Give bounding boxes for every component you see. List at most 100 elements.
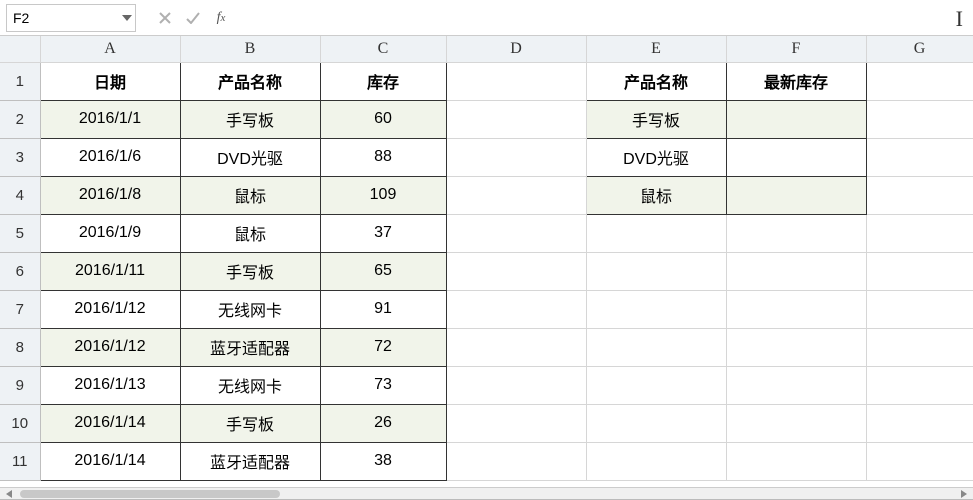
cell-F4[interactable] bbox=[726, 176, 866, 214]
cell-A7[interactable]: 2016/1/12 bbox=[40, 290, 180, 328]
cell-A5[interactable]: 2016/1/9 bbox=[40, 214, 180, 252]
cell-B2[interactable]: 手写板 bbox=[180, 100, 320, 138]
col-header-B[interactable]: B bbox=[180, 36, 320, 62]
horizontal-scrollbar[interactable] bbox=[0, 487, 973, 499]
cell-A4[interactable]: 2016/1/8 bbox=[40, 176, 180, 214]
cell-D4[interactable] bbox=[446, 176, 586, 214]
row-header-2[interactable]: 2 bbox=[0, 100, 40, 138]
spreadsheet-grid[interactable]: A B C D E F G 1 日期 产品名称 库存 产品名称 bbox=[0, 36, 973, 481]
row-header-6[interactable]: 6 bbox=[0, 252, 40, 290]
cancel-icon[interactable] bbox=[156, 9, 174, 27]
cell-D9[interactable] bbox=[446, 366, 586, 404]
cell-G10[interactable] bbox=[866, 404, 973, 442]
cell-C11[interactable]: 38 bbox=[320, 442, 446, 480]
cell-A3[interactable]: 2016/1/6 bbox=[40, 138, 180, 176]
scroll-right-icon[interactable] bbox=[957, 488, 971, 500]
col-header-F[interactable]: F bbox=[726, 36, 866, 62]
cell-C5[interactable]: 37 bbox=[320, 214, 446, 252]
col-header-E[interactable]: E bbox=[586, 36, 726, 62]
cell-A8[interactable]: 2016/1/12 bbox=[40, 328, 180, 366]
select-all-corner[interactable] bbox=[0, 36, 40, 62]
cell-C7[interactable]: 91 bbox=[320, 290, 446, 328]
row-header-11[interactable]: 11 bbox=[0, 442, 40, 480]
cell-B10[interactable]: 手写板 bbox=[180, 404, 320, 442]
cell-C2[interactable]: 60 bbox=[320, 100, 446, 138]
cell-D8[interactable] bbox=[446, 328, 586, 366]
cell-E10[interactable] bbox=[586, 404, 726, 442]
cell-G2[interactable] bbox=[866, 100, 973, 138]
cell-D2[interactable] bbox=[446, 100, 586, 138]
insert-function-icon[interactable]: fx bbox=[212, 9, 230, 27]
cell-E1[interactable]: 产品名称 bbox=[586, 62, 726, 100]
cell-G6[interactable] bbox=[866, 252, 973, 290]
cell-A2[interactable]: 2016/1/1 bbox=[40, 100, 180, 138]
cell-E11[interactable] bbox=[586, 442, 726, 480]
cell-F7[interactable] bbox=[726, 290, 866, 328]
cell-D5[interactable] bbox=[446, 214, 586, 252]
cell-D1[interactable] bbox=[446, 62, 586, 100]
row-header-8[interactable]: 8 bbox=[0, 328, 40, 366]
name-box-input[interactable] bbox=[7, 10, 135, 26]
col-header-D[interactable]: D bbox=[446, 36, 586, 62]
cell-D3[interactable] bbox=[446, 138, 586, 176]
cell-G8[interactable] bbox=[866, 328, 973, 366]
cell-F5[interactable] bbox=[726, 214, 866, 252]
row-header-4[interactable]: 4 bbox=[0, 176, 40, 214]
cell-G5[interactable] bbox=[866, 214, 973, 252]
cell-B4[interactable]: 鼠标 bbox=[180, 176, 320, 214]
cell-B1[interactable]: 产品名称 bbox=[180, 62, 320, 100]
scroll-left-icon[interactable] bbox=[2, 488, 16, 500]
cell-G3[interactable] bbox=[866, 138, 973, 176]
cell-C9[interactable]: 73 bbox=[320, 366, 446, 404]
cell-A1[interactable]: 日期 bbox=[40, 62, 180, 100]
formula-input[interactable] bbox=[238, 4, 973, 32]
cell-G4[interactable] bbox=[866, 176, 973, 214]
cell-G1[interactable] bbox=[866, 62, 973, 100]
cell-G9[interactable] bbox=[866, 366, 973, 404]
cell-F3[interactable] bbox=[726, 138, 866, 176]
cell-E4[interactable]: 鼠标 bbox=[586, 176, 726, 214]
cell-E3[interactable]: DVD光驱 bbox=[586, 138, 726, 176]
cell-E6[interactable] bbox=[586, 252, 726, 290]
col-header-A[interactable]: A bbox=[40, 36, 180, 62]
cell-D10[interactable] bbox=[446, 404, 586, 442]
cell-C3[interactable]: 88 bbox=[320, 138, 446, 176]
cell-D7[interactable] bbox=[446, 290, 586, 328]
row-header-10[interactable]: 10 bbox=[0, 404, 40, 442]
cell-D6[interactable] bbox=[446, 252, 586, 290]
cell-E8[interactable] bbox=[586, 328, 726, 366]
cell-F8[interactable] bbox=[726, 328, 866, 366]
cell-A11[interactable]: 2016/1/14 bbox=[40, 442, 180, 480]
cell-C4[interactable]: 109 bbox=[320, 176, 446, 214]
cell-A6[interactable]: 2016/1/11 bbox=[40, 252, 180, 290]
cell-B7[interactable]: 无线网卡 bbox=[180, 290, 320, 328]
cell-E2[interactable]: 手写板 bbox=[586, 100, 726, 138]
cell-A10[interactable]: 2016/1/14 bbox=[40, 404, 180, 442]
cell-F6[interactable] bbox=[726, 252, 866, 290]
col-header-G[interactable]: G bbox=[866, 36, 973, 62]
cell-B9[interactable]: 无线网卡 bbox=[180, 366, 320, 404]
row-header-1[interactable]: 1 bbox=[0, 62, 40, 100]
col-header-C[interactable]: C bbox=[320, 36, 446, 62]
row-header-5[interactable]: 5 bbox=[0, 214, 40, 252]
cell-C10[interactable]: 26 bbox=[320, 404, 446, 442]
cell-C6[interactable]: 65 bbox=[320, 252, 446, 290]
cell-B8[interactable]: 蓝牙适配器 bbox=[180, 328, 320, 366]
cell-D11[interactable] bbox=[446, 442, 586, 480]
cell-E7[interactable] bbox=[586, 290, 726, 328]
enter-icon[interactable] bbox=[184, 9, 202, 27]
cell-B3[interactable]: DVD光驱 bbox=[180, 138, 320, 176]
cell-F11[interactable] bbox=[726, 442, 866, 480]
cell-C8[interactable]: 72 bbox=[320, 328, 446, 366]
cell-F9[interactable] bbox=[726, 366, 866, 404]
cell-B5[interactable]: 鼠标 bbox=[180, 214, 320, 252]
cell-C1[interactable]: 库存 bbox=[320, 62, 446, 100]
cell-F10[interactable] bbox=[726, 404, 866, 442]
cell-B11[interactable]: 蓝牙适配器 bbox=[180, 442, 320, 480]
cell-E5[interactable] bbox=[586, 214, 726, 252]
cell-G7[interactable] bbox=[866, 290, 973, 328]
row-header-7[interactable]: 7 bbox=[0, 290, 40, 328]
cell-A9[interactable]: 2016/1/13 bbox=[40, 366, 180, 404]
cell-E9[interactable] bbox=[586, 366, 726, 404]
cell-F1[interactable]: 最新库存 bbox=[726, 62, 866, 100]
